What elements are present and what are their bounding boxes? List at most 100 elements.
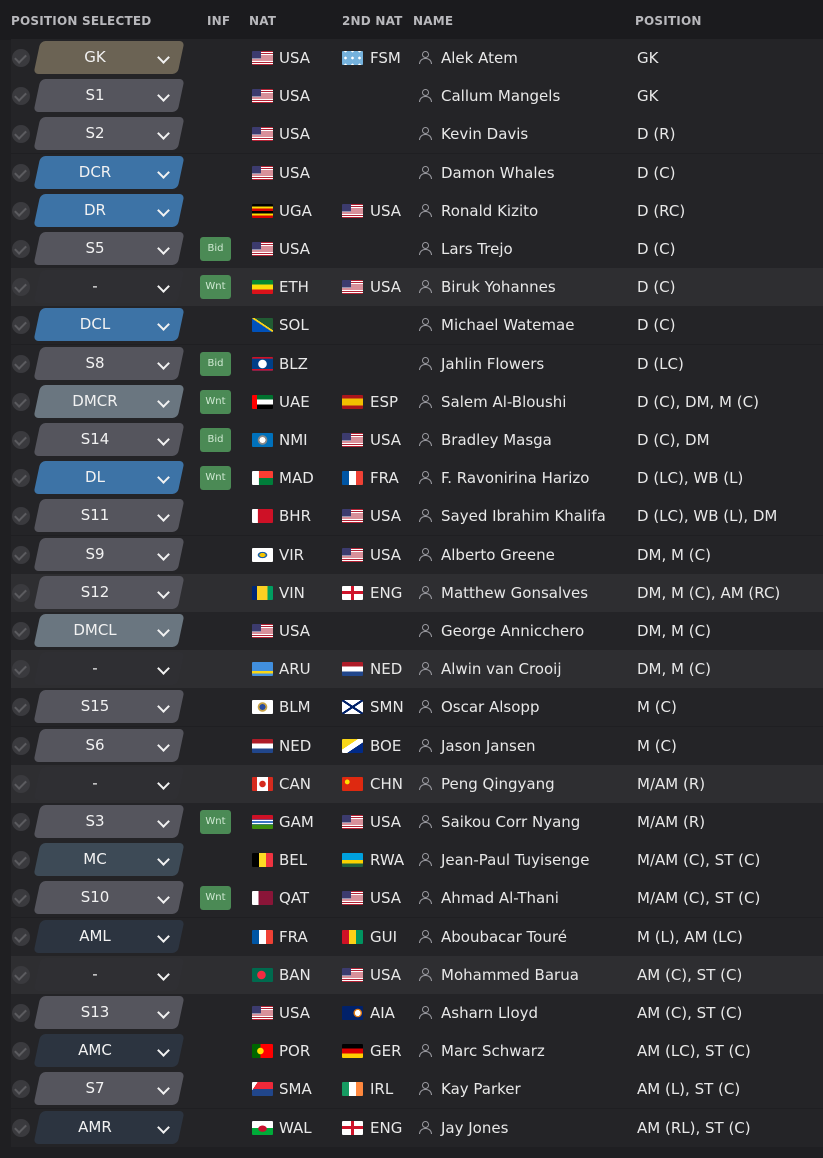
player-name[interactable]: Michael Watemae: [441, 316, 574, 334]
nationality: BAN: [279, 965, 311, 984]
check-icon[interactable]: [12, 163, 30, 182]
nationality-flag-icon: [252, 433, 273, 447]
table-row[interactable]: - Wnt ETH USA Biruk Yohannes D (C): [0, 268, 823, 307]
player-name[interactable]: Saikou Corr Nyang: [441, 813, 580, 831]
table-row[interactable]: AML FRA GUI Aboubacar Touré M (L), AM (LC): [0, 917, 823, 956]
player-name[interactable]: Salem Al-Bloushi: [441, 393, 566, 411]
table-row[interactable]: S2 USA Kevin Davis D (R): [0, 115, 823, 154]
nationality-flag-icon: [252, 509, 273, 524]
player-name[interactable]: George Annicchero: [441, 622, 584, 640]
table-row[interactable]: AMR WAL ENG Jay Jones AM (RL), ST (C): [0, 1108, 823, 1147]
table-row[interactable]: S15 BLM SMN Oscar Alsopp M (C): [0, 688, 823, 727]
check-icon[interactable]: [12, 774, 30, 793]
player-name[interactable]: Bradley Masga: [441, 431, 552, 449]
header-position-selected[interactable]: POSITION SELECTED: [11, 14, 151, 28]
player-name[interactable]: Aboubacar Touré: [441, 928, 567, 946]
position-selected-label: S5: [85, 239, 105, 257]
player-name[interactable]: Marc Schwarz: [441, 1042, 545, 1060]
table-row[interactable]: - BAN USA Mohammed Barua AM (C), ST (C): [0, 955, 823, 994]
player-position: GK: [637, 87, 659, 106]
second-nationality: ENG: [370, 1118, 403, 1137]
check-icon[interactable]: [12, 965, 30, 984]
player-name[interactable]: Ronald Kizito: [441, 202, 538, 220]
player-name[interactable]: Asharn Lloyd: [441, 1004, 538, 1022]
table-row[interactable]: S11 BHR USA Sayed Ibrahim Khalifa D (LC), WB…: [0, 497, 823, 536]
player-name[interactable]: Alwin van Crooij: [441, 660, 561, 678]
nationality-flag-icon: [252, 127, 273, 142]
player-name[interactable]: Biruk Yohannes: [441, 278, 556, 296]
player-name[interactable]: Alek Atem: [441, 49, 518, 67]
second-nationality: ENG: [370, 583, 403, 602]
check-icon[interactable]: [12, 736, 30, 755]
player-name[interactable]: Jay Jones: [441, 1119, 508, 1137]
table-row[interactable]: DMCL USA George Annicchero DM, M (C): [0, 612, 823, 650]
check-icon[interactable]: [12, 240, 30, 258]
player-name[interactable]: Alberto Greene: [441, 546, 555, 564]
check-icon[interactable]: [12, 201, 30, 220]
header-inf[interactable]: INF: [207, 14, 230, 28]
table-row[interactable]: S10 Wnt QAT USA Ahmad Al-Thani M/AM (C), ST (…: [0, 879, 823, 918]
player-name[interactable]: Peng Qingyang: [441, 775, 555, 793]
table-row[interactable]: AMC POR GER Marc Schwarz AM (LC), ST (C): [0, 1032, 823, 1071]
table-row[interactable]: S3 Wnt GAM USA Saikou Corr Nyang M/AM (R): [0, 803, 823, 841]
player-name[interactable]: Matthew Gonsalves: [441, 584, 588, 602]
nationality-flag-icon: [252, 356, 273, 371]
table-row[interactable]: S14 Bid NMI USA Bradley Masga D (C), DM: [0, 421, 823, 459]
table-row[interactable]: S7 SMA IRL Kay Parker AM (L), ST (C): [0, 1070, 823, 1109]
table-row[interactable]: S6 NED BOE Jason Jansen M (C): [0, 726, 823, 765]
person-icon: [419, 1120, 432, 1134]
player-name[interactable]: Kevin Davis: [441, 125, 528, 143]
header-second-nat[interactable]: 2ND NAT: [342, 14, 403, 28]
table-row[interactable]: MC BEL RWA Jean-Paul Tuyisenge M/AM (C), ST …: [0, 841, 823, 880]
table-row[interactable]: DMCR Wnt UAE ESP Salem Al-Bloushi D (C), DM, …: [0, 382, 823, 421]
player-name[interactable]: Mohammed Barua: [441, 966, 579, 984]
table-row[interactable]: S5 Bid USA Lars Trejo D (C): [0, 230, 823, 268]
check-icon[interactable]: [12, 813, 30, 831]
person-icon: [419, 585, 432, 599]
table-row[interactable]: DCL SOL Michael Watemae D (C): [0, 306, 823, 345]
nationality-flag-icon: [252, 165, 273, 180]
header-name[interactable]: NAME: [413, 14, 453, 28]
check-icon[interactable]: [12, 1118, 30, 1137]
check-icon[interactable]: [12, 354, 30, 373]
check-icon[interactable]: [12, 49, 30, 67]
header-position[interactable]: POSITION: [635, 14, 702, 28]
second-nationality-flag-icon: [342, 1120, 363, 1135]
player-name[interactable]: F. Ravonirina Harizo: [441, 469, 589, 487]
position-selected-label: -: [92, 277, 98, 296]
player-name[interactable]: Jason Jansen: [441, 737, 536, 755]
check-icon[interactable]: [12, 545, 30, 564]
inf-badge: Bid: [200, 237, 231, 261]
table-row[interactable]: - ARU NED Alwin van Crooij DM, M (C): [0, 650, 823, 689]
table-row[interactable]: S13 USA AIA Asharn Lloyd AM (C), ST (C): [0, 994, 823, 1032]
table-row[interactable]: S1 USA Callum Mangels GK: [0, 77, 823, 116]
nationality-flag-icon: [252, 280, 273, 295]
table-row[interactable]: DR UGA USA Ronald Kizito D (RC): [0, 191, 823, 230]
player-name[interactable]: Jahlin Flowers: [441, 355, 544, 373]
table-row[interactable]: S8 Bid BLZ Jahlin Flowers D (LC): [0, 344, 823, 383]
table-row[interactable]: DL Wnt MAD FRA F. Ravonirina Harizo D (LC), W…: [0, 459, 823, 498]
player-name[interactable]: Damon Whales: [441, 164, 555, 182]
table-row[interactable]: S12 VIN ENG Matthew Gonsalves DM, M (C), AM …: [0, 573, 823, 612]
player-position: M (L), AM (LC): [637, 927, 743, 946]
player-name[interactable]: Oscar Alsopp: [441, 698, 539, 716]
player-name[interactable]: Callum Mangels: [441, 87, 560, 105]
position-selected-label: -: [92, 773, 98, 792]
player-name[interactable]: Kay Parker: [441, 1080, 521, 1098]
header-nat[interactable]: NAT: [249, 14, 276, 28]
nationality: UAE: [279, 392, 310, 411]
player-name[interactable]: Ahmad Al-Thani: [441, 889, 559, 907]
table-row[interactable]: S9 VIR USA Alberto Greene DM, M (C): [0, 535, 823, 574]
check-icon[interactable]: [12, 622, 30, 640]
player-name[interactable]: Jean-Paul Tuyisenge: [441, 851, 590, 869]
check-icon[interactable]: [12, 583, 30, 602]
table-row[interactable]: DCR USA Damon Whales D (C): [0, 153, 823, 192]
check-icon[interactable]: [12, 927, 30, 946]
player-name[interactable]: Lars Trejo: [441, 240, 513, 258]
check-icon[interactable]: [12, 1004, 30, 1022]
check-icon[interactable]: [12, 431, 30, 449]
player-name[interactable]: Sayed Ibrahim Khalifa: [441, 507, 606, 525]
table-row[interactable]: GK USA FSM Alek Atem GK: [0, 39, 823, 77]
check-icon[interactable]: [12, 392, 30, 411]
table-row[interactable]: - CAN CHN Peng Qingyang M/AM (R): [0, 764, 823, 803]
